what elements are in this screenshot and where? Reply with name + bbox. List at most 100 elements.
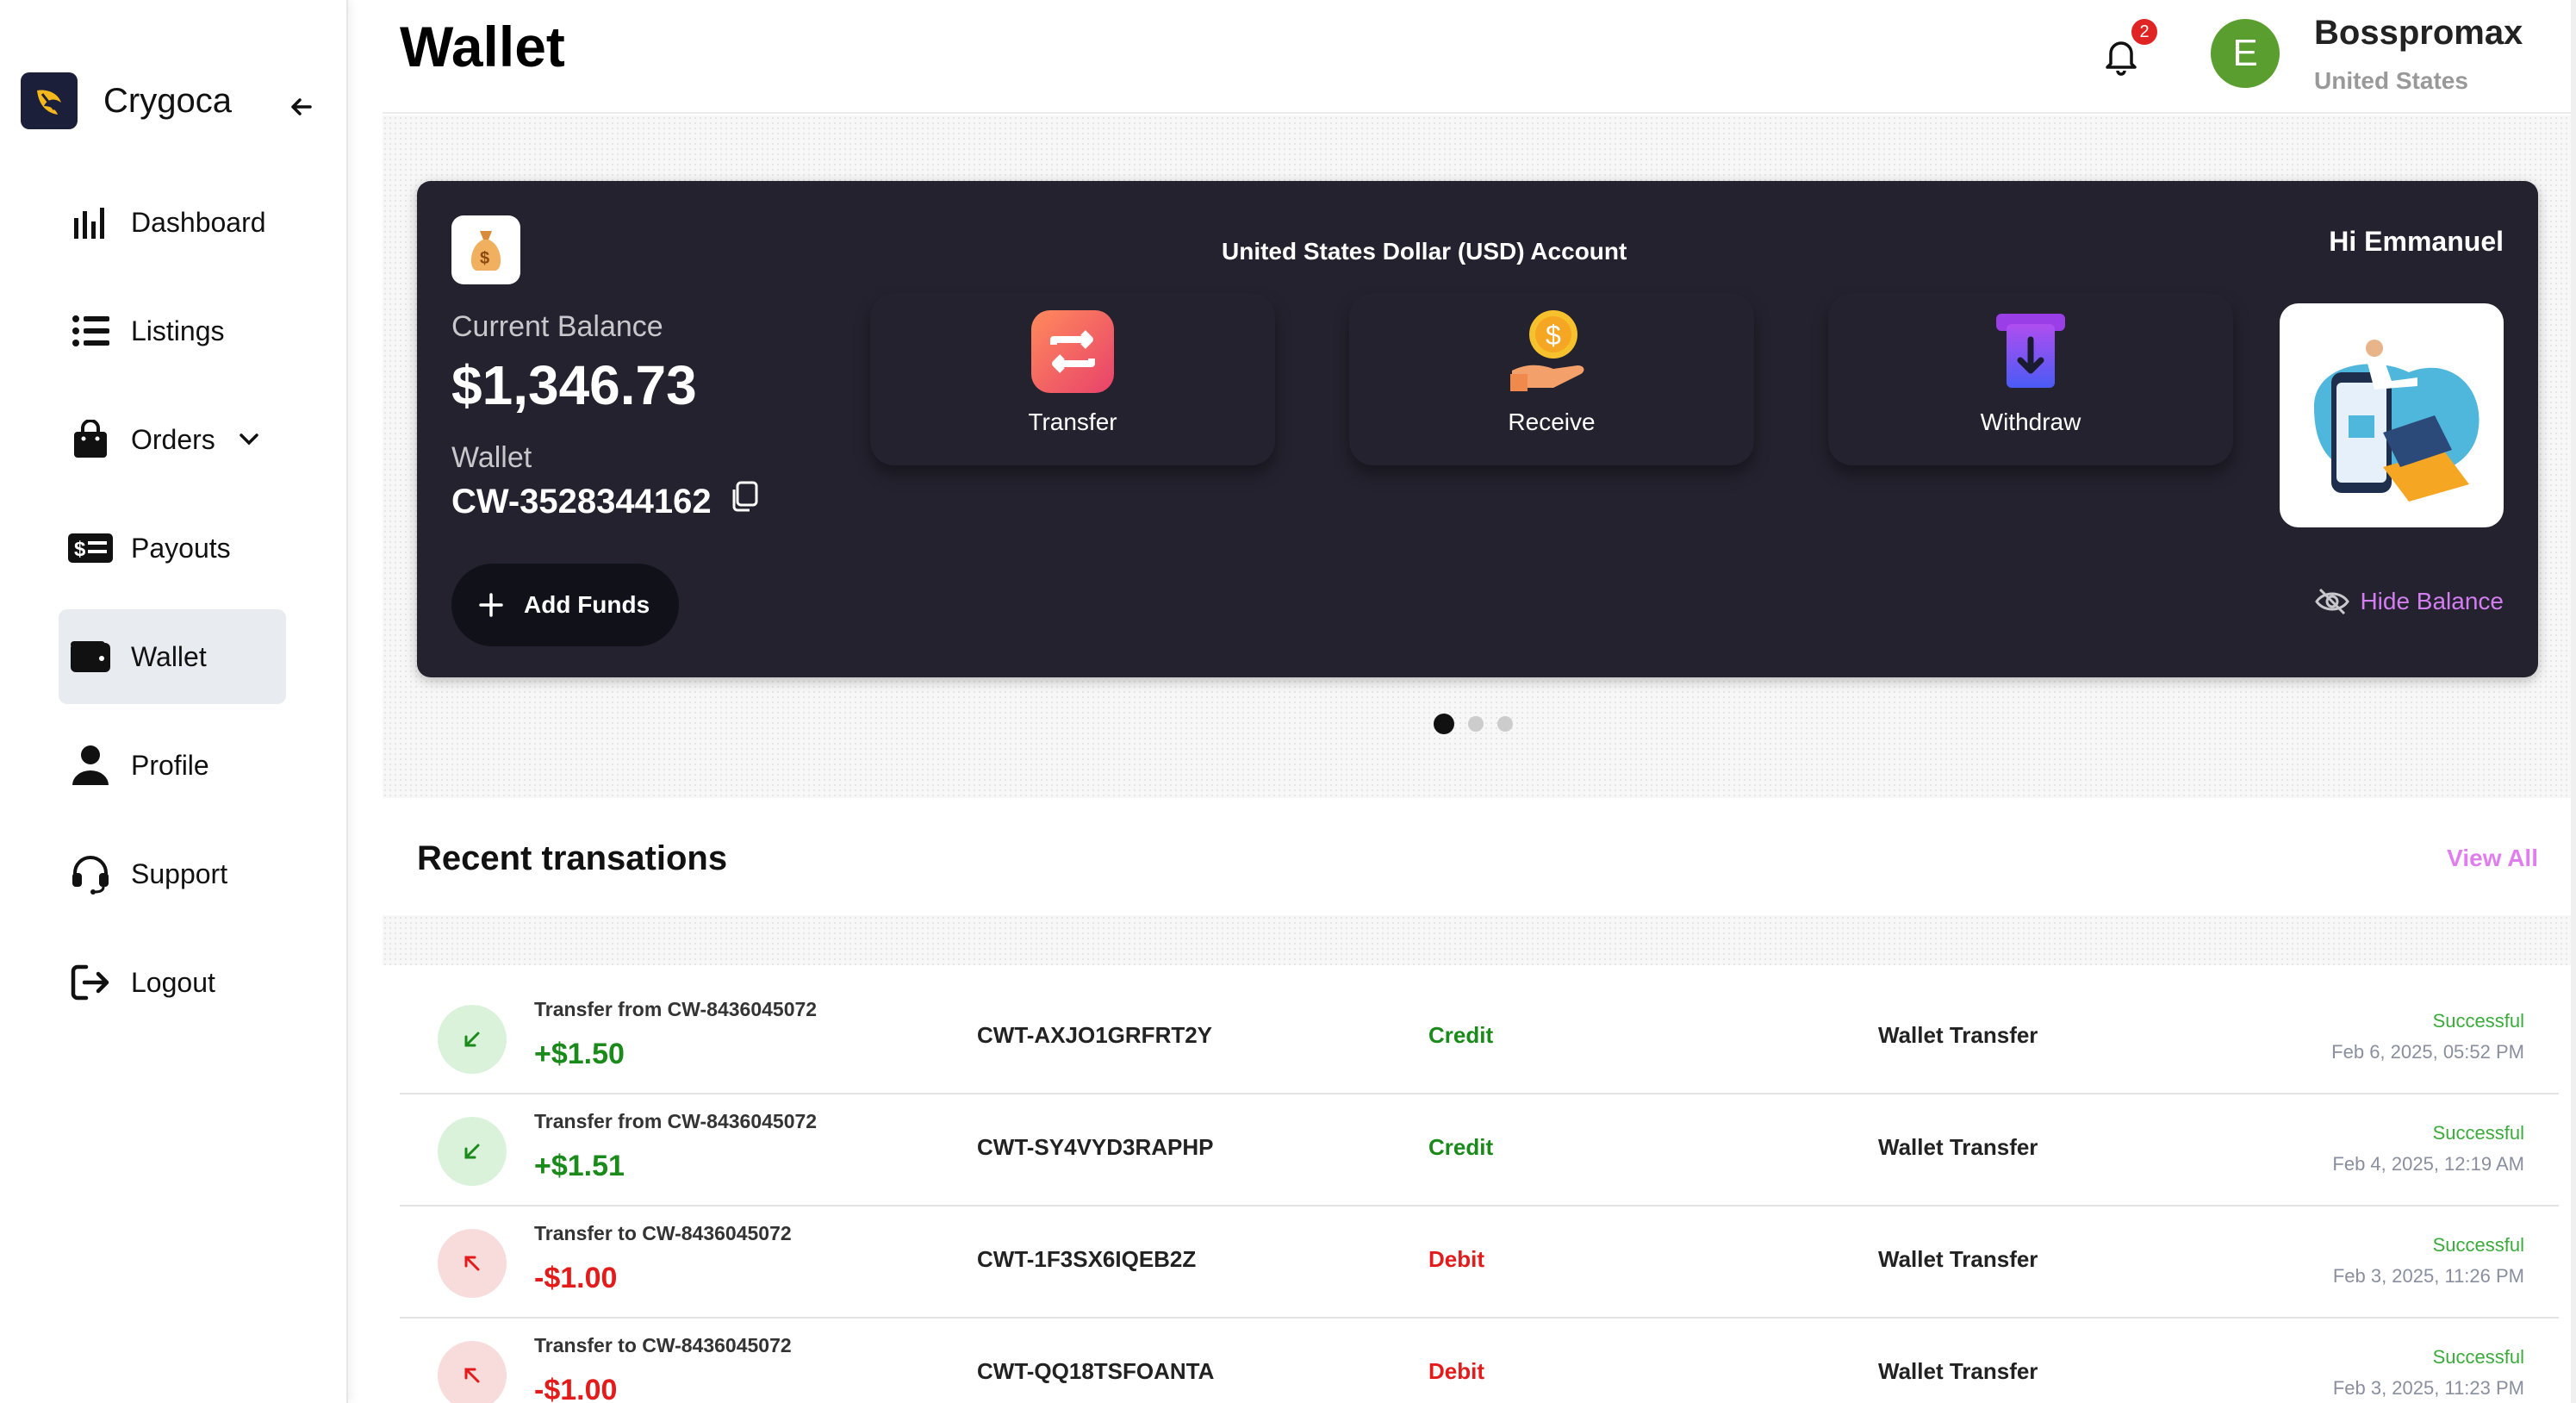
brand-name: Crygoca	[103, 81, 232, 120]
balance-label: Current Balance	[451, 310, 663, 343]
transaction-amount: +$1.50	[534, 1038, 625, 1070]
brand[interactable]: Crygoca	[21, 72, 232, 129]
wallet-illustration	[2280, 303, 2504, 527]
withdraw-label: Withdraw	[1980, 408, 2081, 435]
incoming-arrow-icon	[438, 1117, 507, 1186]
sidebar-item-logout[interactable]: Logout	[59, 935, 286, 1030]
copy-wallet-id-button[interactable]	[727, 479, 762, 514]
greeting: Hi Emmanuel	[2329, 226, 2504, 257]
outgoing-arrow-icon	[438, 1341, 507, 1403]
view-all-link[interactable]: View All	[2447, 845, 2538, 872]
arrow-left-icon	[291, 98, 312, 115]
sidebar-item-dashboard[interactable]: Dashboard	[59, 175, 286, 270]
transaction-type: Credit	[1428, 1022, 1494, 1048]
plus-icon	[479, 593, 503, 617]
sidebar-item-label: Orders	[131, 423, 215, 455]
sidebar-item-orders[interactable]: Orders	[59, 392, 286, 487]
carousel-dot[interactable]	[1497, 716, 1513, 732]
transaction-description: Transfer to CW-8436045072	[534, 1222, 792, 1244]
transfer-button[interactable]: Transfer	[870, 293, 1275, 465]
chevron-down-icon	[240, 433, 258, 446]
shopping-bag-icon	[67, 416, 114, 463]
sidebar-item-wallet[interactable]: Wallet	[59, 609, 286, 704]
outgoing-arrow-icon	[438, 1229, 507, 1298]
sidebar-item-label: Profile	[131, 749, 209, 781]
svg-text:$: $	[480, 249, 489, 268]
transaction-status: Successful	[2432, 1010, 2524, 1032]
transaction-reference: CWT-SY4VYD3RAPHP	[977, 1134, 1214, 1160]
transaction-description: Transfer from CW-8436045072	[534, 1110, 818, 1132]
carousel-dot-active[interactable]	[1434, 714, 1454, 734]
transaction-status: Successful	[2432, 1122, 2524, 1144]
transaction-status: Successful	[2432, 1234, 2524, 1256]
top-bar: Wallet 2 E Bosspromax United States	[383, 0, 2576, 114]
bar-chart-icon	[67, 199, 114, 246]
sidebar-item-payouts[interactable]: $ Payouts	[59, 501, 286, 595]
recent-transactions-title: Recent transations	[417, 839, 728, 877]
eye-off-icon	[2315, 588, 2350, 615]
svg-text:$: $	[74, 538, 86, 561]
notification-badge: 2	[2131, 19, 2157, 45]
sidebar-item-label: Support	[131, 857, 228, 889]
sidebar-item-label: Listings	[131, 315, 225, 346]
copy-icon	[732, 481, 758, 512]
transaction-amount: -$1.00	[534, 1262, 618, 1294]
list-icon	[67, 308, 114, 354]
page-title: Wallet	[400, 15, 565, 78]
transaction-type: Debit	[1428, 1246, 1484, 1272]
transaction-status: Successful	[2432, 1346, 2524, 1368]
crygoca-logo-icon	[21, 72, 78, 129]
receive-label: Receive	[1508, 408, 1596, 435]
sidebar-item-label: Wallet	[131, 640, 207, 672]
sidebar-item-profile[interactable]: Profile	[59, 718, 286, 813]
sidebar-item-label: Logout	[131, 966, 215, 998]
transaction-category: Wallet Transfer	[1878, 1358, 2038, 1384]
incoming-arrow-icon	[438, 1005, 507, 1074]
sidebar-item-listings[interactable]: Listings	[59, 284, 286, 378]
transaction-category: Wallet Transfer	[1878, 1022, 2038, 1048]
transaction-description: Transfer to CW-8436045072	[534, 1334, 792, 1356]
withdraw-icon	[1996, 314, 2065, 388]
hide-balance-button[interactable]: Hide Balance	[2315, 586, 2504, 617]
transaction-row[interactable]: Transfer to CW-8436045072 -$1.00 CWT-1F3…	[400, 1207, 2559, 1319]
transaction-amount: -$1.00	[534, 1374, 618, 1403]
transaction-reference: CWT-QQ18TSFOANTA	[977, 1358, 1215, 1384]
transaction-date: Feb 4, 2025, 12:19 AM	[2332, 1153, 2524, 1175]
transaction-reference: CWT-1F3SX6IQEB2Z	[977, 1246, 1197, 1272]
money-bag-icon: $	[451, 215, 520, 284]
scrollbar[interactable]	[2571, 0, 2576, 1403]
transactions-list: Transfer from CW-8436045072 +$1.50 CWT-A…	[400, 982, 2559, 1403]
transaction-category: Wallet Transfer	[1878, 1246, 2038, 1272]
user-icon	[67, 742, 114, 789]
withdraw-button[interactable]: Withdraw	[1828, 293, 2233, 465]
avatar[interactable]: E	[2211, 19, 2280, 88]
carousel-dot[interactable]	[1468, 716, 1484, 732]
wallet-icon	[67, 633, 114, 680]
main-content: Wallet 2 E Bosspromax United States $ Un…	[383, 0, 2576, 1403]
section-divider	[383, 915, 2576, 965]
transaction-row[interactable]: Transfer from CW-8436045072 +$1.50 CWT-A…	[400, 982, 2559, 1094]
svg-text:$: $	[1546, 320, 1561, 351]
account-title: United States Dollar (USD) Account	[1222, 238, 1627, 265]
add-funds-button[interactable]: Add Funds	[451, 564, 679, 646]
recent-transactions-header: Recent transations View All	[383, 801, 2576, 915]
user-name: Bosspromax	[2314, 14, 2523, 52]
transaction-row[interactable]: Transfer to CW-8436045072 -$1.00 CWT-QQ1…	[400, 1319, 2559, 1403]
receive-icon: $	[1510, 310, 1584, 391]
balance-amount: $1,346.73	[451, 354, 697, 416]
sidebar-item-label: Payouts	[131, 532, 231, 564]
transaction-type: Credit	[1428, 1134, 1494, 1160]
add-funds-label: Add Funds	[524, 591, 650, 618]
money-bill-icon: $	[67, 525, 114, 571]
sidebar-item-support[interactable]: Support	[59, 826, 286, 921]
collapse-sidebar-button[interactable]	[284, 90, 319, 124]
transaction-category: Wallet Transfer	[1878, 1134, 2038, 1160]
logout-icon	[67, 959, 114, 1006]
transaction-description: Transfer from CW-8436045072	[534, 998, 818, 1020]
transaction-row[interactable]: Transfer from CW-8436045072 +$1.51 CWT-S…	[400, 1094, 2559, 1207]
transfer-icon	[1031, 310, 1114, 393]
transaction-amount: +$1.51	[534, 1150, 625, 1182]
receive-button[interactable]: $ Receive	[1349, 293, 1754, 465]
transaction-date: Feb 3, 2025, 11:23 PM	[2332, 1377, 2524, 1399]
transfer-label: Transfer	[1028, 408, 1117, 435]
